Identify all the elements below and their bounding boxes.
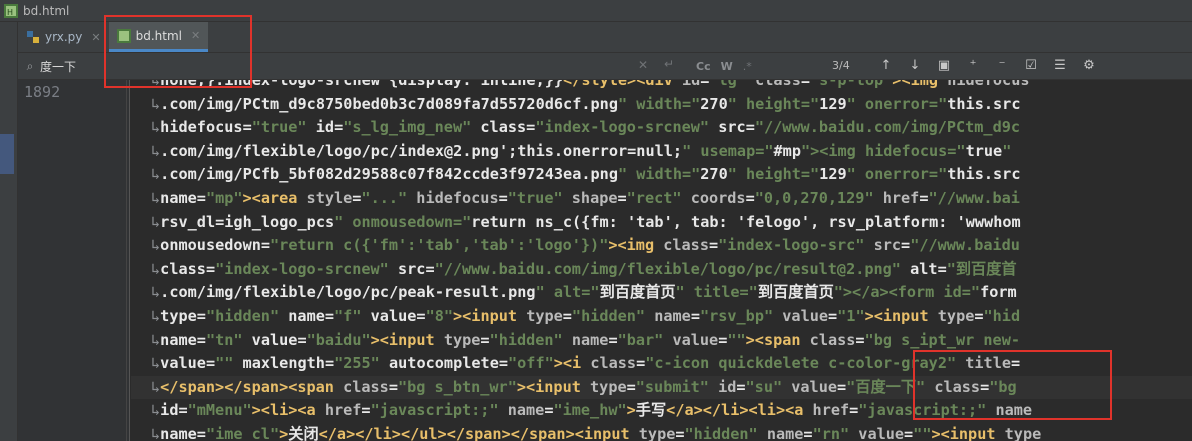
- annotation-box-match: [913, 350, 1112, 420]
- code-line: ↳name="ime_cl">关闭</a></li></ul></span></…: [151, 425, 1042, 441]
- filter-icon[interactable]: ☰: [1050, 55, 1070, 75]
- tab-yrx-py[interactable]: yrx.py ✕: [18, 22, 109, 52]
- code-line: ↳onmousedown="return c({'fm':'tab','tab'…: [151, 236, 1020, 255]
- soft-wrap-icon: ↳: [151, 330, 161, 349]
- annotation-box-tab: [104, 15, 252, 88]
- code-line: ↳rsv_dl=igh_logo_pcs" onmousedown="retur…: [151, 212, 1021, 231]
- code-line: ↳.com/img/PCtm_d9c8750bed0b3c7d089fa7d55…: [151, 94, 1021, 113]
- soft-wrap-icon: ↳: [151, 189, 161, 207]
- soft-wrap-icon: ↳: [151, 283, 161, 302]
- fold-divider: [126, 80, 127, 441]
- match-case-toggle[interactable]: Cc: [696, 60, 711, 73]
- soft-wrap-icon: ↳: [151, 141, 161, 160]
- soft-wrap-icon: ↳: [151, 425, 161, 441]
- soft-wrap-icon: ↳: [151, 212, 161, 231]
- close-icon[interactable]: ✕: [91, 31, 100, 44]
- tool-window-strip: [0, 22, 18, 441]
- regex-toggle[interactable]: .*: [743, 60, 752, 73]
- settings-icon[interactable]: ⚙: [1079, 55, 1099, 75]
- code-line: ↳.com/img/flexible/logo/pc/peak-result.p…: [151, 283, 1017, 302]
- window-title: bd.html: [23, 3, 70, 18]
- soft-wrap-icon: ↳: [151, 94, 161, 113]
- code-line: ↳.com/img/flexible/logo/pc/index@2.png';…: [151, 141, 1021, 160]
- code-line: ↳.com/img/PCfb_5bf082d29588c07f842ccde3f…: [151, 165, 1021, 184]
- code-line: ↳name="mp"><area style="..." hidefocus="…: [151, 189, 1020, 207]
- soft-wrap-icon: ↳: [151, 259, 161, 278]
- code-line: ↳value="" maxlength="255" autocomplete="…: [151, 354, 1021, 373]
- select-all-icon[interactable]: ☑: [1021, 55, 1041, 75]
- code-line: ↳id="mMenu"><li><a href="javascript:;" n…: [151, 401, 1033, 420]
- code-line: ↳class="index-logo-srcnew" src="//www.ba…: [151, 259, 1017, 278]
- soft-wrap-icon: ↳: [151, 377, 161, 396]
- search-icon[interactable]: ⌕: [20, 59, 40, 74]
- soft-wrap-icon: ↳: [151, 354, 161, 373]
- soft-wrap-icon: ↳: [151, 236, 161, 255]
- line-number: 1892: [24, 83, 61, 101]
- code-line: ↳type="hidden" name="f" value="8"><input…: [151, 307, 1021, 325]
- soft-wrap-icon: ↳: [151, 307, 161, 325]
- line-number-gutter: 1892: [18, 80, 130, 441]
- find-options: Cc W .*: [696, 60, 752, 73]
- tab-label: yrx.py: [45, 30, 83, 44]
- match-count: 3/4: [832, 59, 850, 72]
- previous-occurrence-icon[interactable]: ↑: [876, 55, 896, 75]
- html-file-icon: H: [4, 3, 18, 18]
- next-occurrence-icon[interactable]: ↓: [905, 55, 925, 75]
- find-toolbar: ↑ ↓ ▣ ⁺ ⁻ ☑ ☰ ⚙: [876, 55, 1099, 75]
- words-toggle[interactable]: W: [721, 60, 733, 73]
- soft-wrap-icon: ↳: [151, 401, 161, 420]
- soft-wrap-icon: ↳: [151, 165, 161, 184]
- svg-text:H: H: [7, 8, 13, 17]
- select-all-occurrences-icon[interactable]: ▣: [934, 55, 954, 75]
- remove-selection-icon[interactable]: ⁻: [992, 55, 1012, 75]
- code-line: ↳hidefocus="true" id="s_lg_img_new" clas…: [151, 118, 1021, 137]
- new-line-icon[interactable]: ↵: [664, 57, 674, 71]
- add-selection-icon[interactable]: ⁺: [963, 55, 983, 75]
- soft-wrap-icon: ↳: [151, 118, 161, 137]
- code-line: ↳none;}.index-logo-srcnew {display: inli…: [151, 80, 1029, 93]
- strip-marker: [0, 134, 14, 174]
- python-file-icon: [27, 31, 39, 43]
- code-line: ↳name="tn" value="baidu"><input type="hi…: [151, 330, 1020, 349]
- clear-search-icon[interactable]: ✕: [638, 58, 648, 72]
